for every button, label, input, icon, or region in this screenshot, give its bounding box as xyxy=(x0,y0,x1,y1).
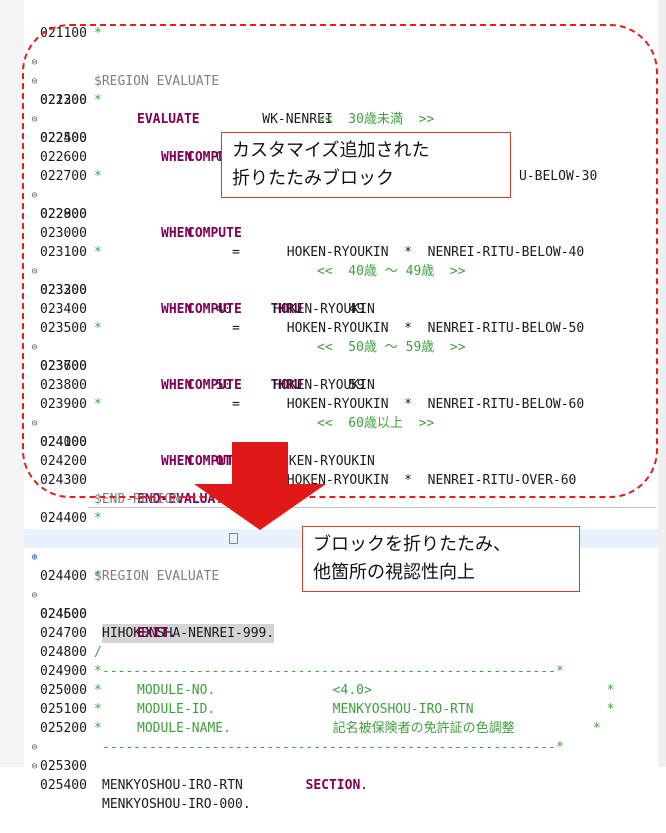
code-line: 025000 * MODULE-ID. MENKYOSHOU-IRO-RTN * xyxy=(40,683,615,717)
callout-line: ブロックを折りたたみ、 xyxy=(313,534,511,555)
annotation-callout-collapsed: ブロックを折りたたみ、 他箇所の視認性向上 xyxy=(302,526,580,592)
code-line: 024900 * MODULE-NO. <4.0> * xyxy=(40,664,615,698)
code-text: MENKYOSHOU-IRO-000. xyxy=(102,797,251,812)
callout-line: 他箇所の視認性向上 xyxy=(313,562,475,583)
line-number: 025400 xyxy=(40,778,87,793)
callout-line: カスタマイズ追加された xyxy=(232,140,430,161)
code-line: 025200 * --------------------------------… xyxy=(40,721,564,755)
pane-separator xyxy=(88,507,656,508)
annotation-callout-custom-fold: カスタマイズ追加された 折りたたみブロック xyxy=(221,132,511,198)
callout-line: 折りたたみブロック xyxy=(232,168,394,189)
code-line: 024700 xyxy=(0,605,660,641)
collapsed-indicator[interactable] xyxy=(229,533,238,544)
down-arrow-icon xyxy=(194,442,326,530)
code-line: 024800/ --------------------------------… xyxy=(40,645,564,679)
code-line: ⊖ 025400 MENKYOSHOU-IRO-000. xyxy=(0,738,660,812)
code-line: ⊖ 025300 MENKYOSHOU-IRO-RTN SECTION. xyxy=(0,719,660,793)
code-line: 025100 * MODULE-NAME. 記名被保険者の免許証の色調整 * xyxy=(40,702,601,736)
folding-block-highlight xyxy=(22,24,658,498)
code-text: MENKYOSHOU-IRO-RTN SECTION. xyxy=(102,778,369,793)
code-line: 021100* xyxy=(0,5,660,41)
